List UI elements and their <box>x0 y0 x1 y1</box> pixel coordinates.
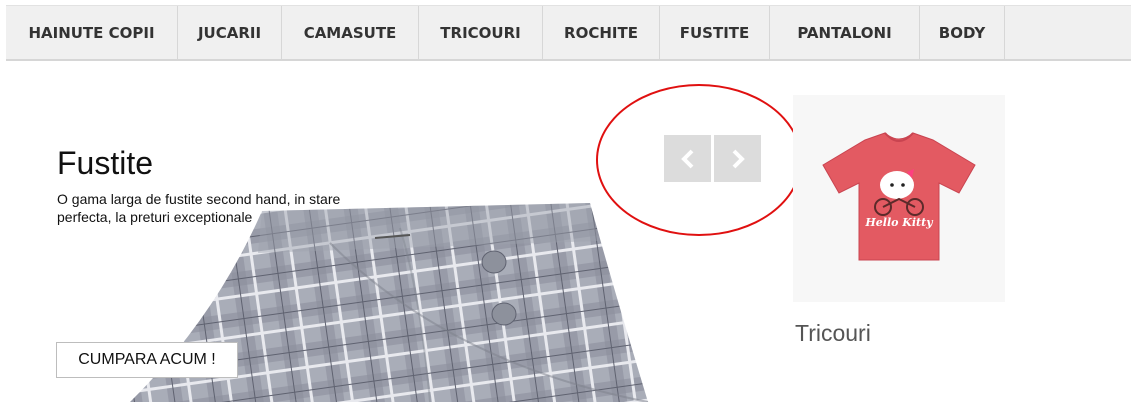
buy-now-button[interactable]: CUMPARA ACUM ! <box>56 342 238 378</box>
slide-description: O gama larga de fustite second hand, in … <box>57 191 341 225</box>
nav-item-jucarii[interactable]: JUCARII <box>178 6 282 59</box>
slide-title: Fustite <box>57 145 154 181</box>
slider-prev-button[interactable] <box>664 135 711 182</box>
nav-item-hainute-copii[interactable]: HAINUTE COPII <box>6 6 178 59</box>
nav-item-rochite[interactable]: ROCHITE <box>543 6 660 59</box>
tshirt-print-text: Hello Kitty <box>864 216 934 229</box>
slider-next-button[interactable] <box>714 135 761 182</box>
product-card-image[interactable]: Hello Kitty <box>793 95 1005 302</box>
nav-item-tricouri[interactable]: TRICOURI <box>419 6 543 59</box>
hero-slider: Fustite O gama larga de fustite second h… <box>0 63 790 402</box>
chevron-right-icon <box>732 149 745 168</box>
product-card-title[interactable]: Tricouri <box>795 320 871 347</box>
nav-item-pantaloni[interactable]: PANTALONI <box>770 6 920 59</box>
chevron-left-icon <box>680 149 693 168</box>
nav-item-camasute[interactable]: CAMASUTE <box>282 6 419 59</box>
tshirt-image: Hello Kitty <box>793 95 1005 302</box>
nav-item-fustite[interactable]: FUSTITE <box>660 6 770 59</box>
main-nav: HAINUTE COPII JUCARII CAMASUTE TRICOURI … <box>6 5 1131 61</box>
nav-item-body[interactable]: BODY <box>920 6 1005 59</box>
